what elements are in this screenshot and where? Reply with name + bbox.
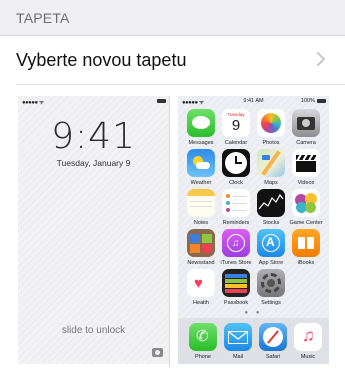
app-label: iBooks [297, 260, 315, 266]
app-maps: Maps [254, 149, 288, 193]
page-indicator: ● ● [244, 310, 263, 316]
section-header: TAPETA [0, 0, 345, 35]
lock-status-bar: ●●●●● ᯤ [18, 96, 169, 106]
app-music: ♫ Music [291, 323, 325, 364]
passbook-icon [222, 269, 250, 297]
app-newsstand: Newsstand [184, 229, 218, 273]
chevron-right-icon [317, 52, 325, 66]
newsstand-icon [187, 229, 215, 257]
app-passbook: Passbook [219, 269, 253, 313]
messages-icon [187, 109, 215, 137]
dock: ✆ Phone Mail Safari ♫ Music [178, 318, 329, 364]
app-label: Settings [261, 300, 281, 306]
itunes-store-icon: ♫ [222, 229, 250, 257]
app-clock: Clock [219, 149, 253, 193]
battery-icon [157, 99, 166, 103]
app-label: Videos [297, 180, 315, 186]
choose-new-wallpaper-label: Vyberte novou tapetu [16, 50, 187, 70]
home-status-bar: ●●●●● ᯤ 9:41 AM 100% [178, 96, 329, 106]
calendar-icon: Tuesday 9 [222, 109, 250, 137]
battery-percent: 100% [300, 98, 315, 104]
app-label: Camera [296, 140, 316, 146]
camera-icon [152, 348, 163, 357]
app-health: ♥ Health [184, 269, 218, 313]
app-settings: Settings [254, 269, 288, 313]
app-stocks: Stocks [254, 189, 288, 233]
app-mail: Mail [221, 323, 255, 364]
phone-icon: ✆ [189, 323, 217, 351]
app-app-store: A App Store [254, 229, 288, 273]
app-calendar: Tuesday 9 Calendar [219, 109, 253, 153]
music-icon: ♫ [294, 323, 322, 351]
app-itunes-store: ♫ iTunes Store [219, 229, 253, 273]
preview-divider [169, 96, 170, 368]
row-separator [16, 84, 345, 85]
lock-clock: 9:41 [51, 116, 136, 157]
app-camera: Camera [289, 109, 323, 153]
mail-icon [224, 323, 252, 351]
ibooks-icon [292, 229, 320, 257]
lock-screen-wallpaper-preview[interactable]: ●●●●● ᯤ 9:41 Tuesday, January 9 slide to… [18, 96, 169, 364]
app-reminders: Reminders [219, 189, 253, 233]
signal-icon: ●●●●● ᯤ [22, 100, 44, 106]
notes-icon [187, 189, 215, 217]
calendar-date: 9 [231, 117, 241, 134]
app-store-icon: A [257, 229, 285, 257]
videos-icon [292, 149, 320, 177]
settings-icon [257, 269, 285, 297]
safari-icon [259, 323, 287, 351]
app-weather: Weather [184, 149, 218, 193]
battery-icon [317, 99, 326, 103]
home-screen-wallpaper-preview[interactable]: ●●●●● ᯤ 9:41 AM 100% Messages Tuesday 9 … [178, 96, 329, 364]
app-notes: Notes [184, 189, 218, 233]
photos-icon [257, 109, 285, 137]
app-ibooks: iBooks [289, 229, 323, 273]
app-photos: Photos [254, 109, 288, 153]
weather-icon [187, 149, 215, 177]
app-safari: Safari [256, 323, 290, 364]
app-videos: Videos [289, 149, 323, 193]
app-label: Game Center [289, 220, 323, 226]
maps-icon [257, 149, 285, 177]
choose-new-wallpaper-row[interactable]: Vyberte novou tapetu [0, 35, 345, 85]
app-label: Music [300, 354, 316, 360]
app-game-center: Game Center [289, 189, 323, 233]
lock-date: Tuesday, January 9 [56, 158, 131, 168]
stocks-icon [257, 189, 285, 217]
section-header-label: TAPETA [16, 10, 70, 26]
reminders-icon [222, 189, 250, 217]
clock-icon [222, 149, 250, 177]
health-icon: ♥ [187, 269, 215, 297]
camera-icon [292, 109, 320, 137]
game-center-icon [292, 189, 320, 217]
slide-to-unlock-text: slide to unlock [61, 325, 126, 336]
app-phone: ✆ Phone [186, 323, 220, 364]
app-messages: Messages [184, 109, 218, 153]
